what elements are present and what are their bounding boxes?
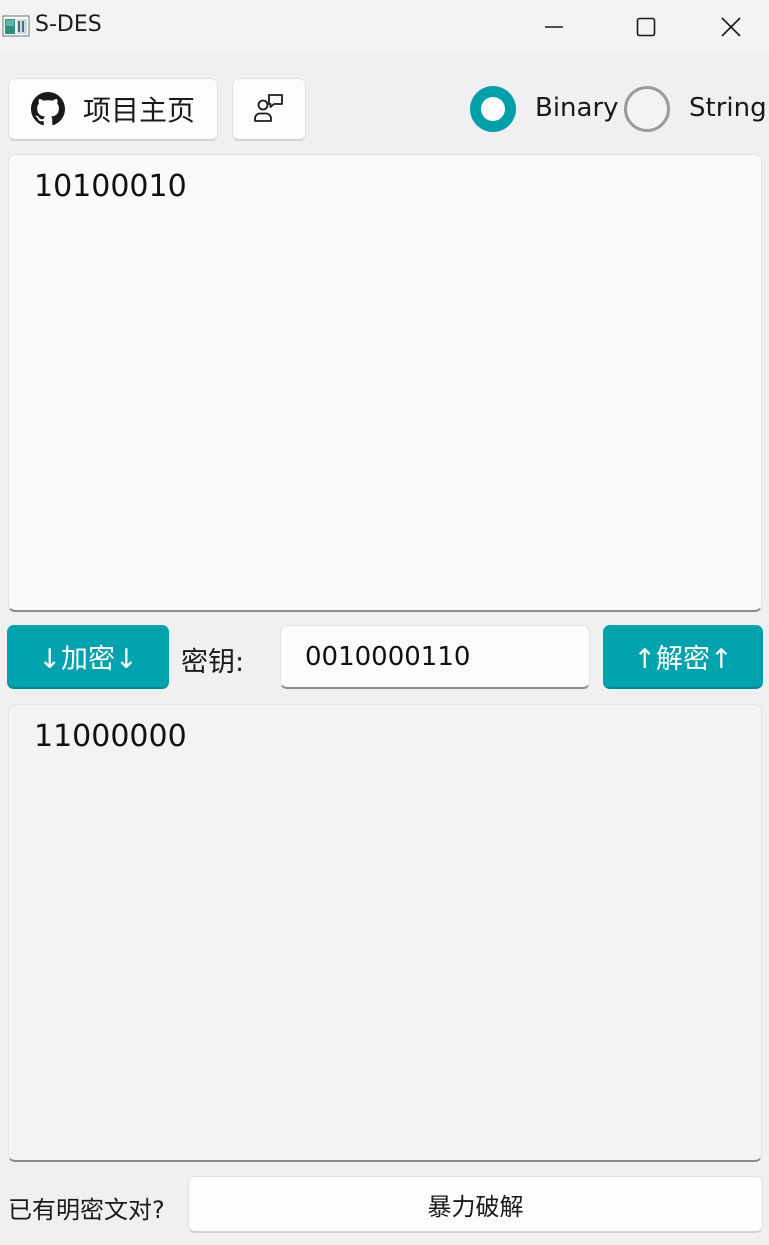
key-input[interactable]: 0010000110 xyxy=(280,625,590,689)
github-homepage-label: 项目主页 xyxy=(82,94,195,127)
title-bar: S-DES xyxy=(0,0,769,54)
window-title: S-DES xyxy=(35,12,102,37)
key-value: 0010000110 xyxy=(305,641,471,672)
binary-radio[interactable] xyxy=(470,86,516,132)
ciphertext-output[interactable]: 11000000 xyxy=(8,704,762,1162)
binary-radio-label[interactable]: Binary xyxy=(535,93,619,123)
string-radio[interactable] xyxy=(624,86,670,132)
string-radio-label[interactable]: String xyxy=(689,93,767,123)
brute-force-button[interactable]: 暴力破解 xyxy=(188,1176,763,1233)
brute-force-label: 暴力破解 xyxy=(427,1192,524,1221)
app-window: S-DES 项目主页 Binary String 10100010 ↓加密↓ 密… xyxy=(0,0,769,1245)
plaintext-value: 10100010 xyxy=(34,169,187,204)
close-button[interactable] xyxy=(692,0,769,54)
plaintext-input[interactable]: 10100010 xyxy=(8,154,762,612)
key-label: 密钥: xyxy=(181,647,245,678)
close-icon xyxy=(720,17,741,37)
feedback-icon xyxy=(254,94,283,122)
maximize-button[interactable] xyxy=(600,0,692,54)
decrypt-button[interactable]: ↑解密↑ xyxy=(603,625,763,689)
app-icon xyxy=(2,15,30,37)
github-homepage-button[interactable]: 项目主页 xyxy=(8,78,218,141)
known-pair-label: 已有明密文对? xyxy=(8,1196,165,1224)
feedback-button[interactable] xyxy=(232,78,306,141)
minimize-button[interactable] xyxy=(508,0,600,54)
ciphertext-value: 11000000 xyxy=(34,719,187,754)
github-icon xyxy=(30,92,65,126)
maximize-icon xyxy=(636,17,656,37)
encrypt-button[interactable]: ↓加密↓ xyxy=(7,625,169,689)
minimize-icon xyxy=(545,26,563,28)
